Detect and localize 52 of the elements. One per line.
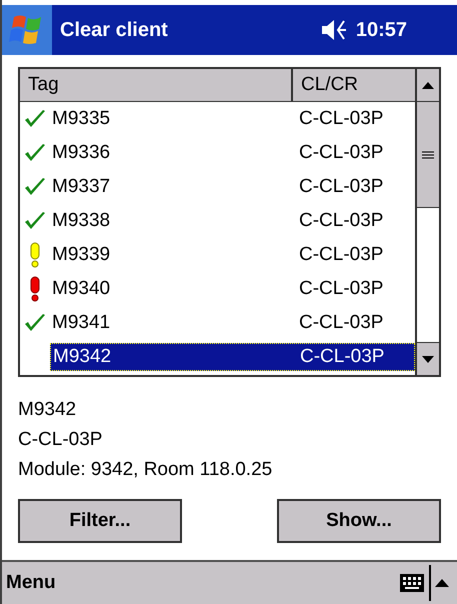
tag-text: M9341 [51, 310, 112, 335]
tag-text: M9337 [51, 174, 112, 199]
checkmark-icon [24, 177, 46, 197]
keyboard-icon[interactable] [399, 573, 425, 593]
clcr-text: C-CL-03P [298, 208, 384, 233]
clcr-text: C-CL-03P [298, 174, 384, 199]
tag-text: M9339 [51, 242, 112, 267]
scroll-thumb[interactable] [417, 102, 439, 208]
clock-time[interactable]: 10:57 [356, 15, 407, 45]
list-row[interactable]: M9335 C-CL-03P [50, 105, 415, 133]
list-row[interactable]: M9339 C-CL-03P [50, 241, 415, 269]
list-row[interactable]: M9336 C-CL-03P [50, 139, 415, 167]
window-title: Clear client [60, 18, 169, 43]
exclamation-icon [29, 242, 41, 268]
detail-text: Module: 9342, Room 118.0.25 [18, 458, 274, 482]
list-row[interactable]: M9337 C-CL-03P [50, 173, 415, 201]
checkmark-icon [24, 313, 46, 333]
up-arrow-icon [422, 82, 434, 88]
up-arrow-icon[interactable] [435, 579, 449, 587]
scroll-up-button[interactable] [417, 69, 439, 102]
tag-text: M9340 [51, 276, 112, 301]
tag-text: M9338 [51, 208, 112, 233]
grip-icon [422, 150, 434, 158]
list-row[interactable]: M9338 C-CL-03P [50, 207, 415, 235]
clcr-text: C-CL-03P [298, 106, 384, 131]
scroll-down-button[interactable] [417, 342, 439, 375]
scrollbar[interactable] [415, 69, 439, 375]
clcr-text: C-CL-03P [298, 242, 384, 267]
clcr-text: C-CL-03P [299, 344, 384, 369]
action-button[interactable]: Filter... [18, 499, 182, 543]
clcr-text: C-CL-03P [298, 140, 384, 165]
tag-text: M9335 [51, 106, 112, 131]
column-header[interactable]: CL/CR [293, 69, 415, 101]
list-row[interactable]: M9342 C-CL-03P [50, 343, 415, 371]
list-row[interactable]: M9341 C-CL-03P [50, 309, 415, 337]
clcr-text: C-CL-03P [298, 276, 384, 301]
start-button[interactable] [2, 5, 52, 55]
action-button[interactable]: Show... [277, 499, 441, 543]
column-header[interactable]: Tag [20, 69, 293, 101]
clcr-text: C-CL-03P [298, 310, 384, 335]
exclamation-icon [29, 276, 41, 302]
tag-text: M9336 [51, 140, 112, 165]
list-row[interactable]: M9340 C-CL-03P [50, 275, 415, 303]
down-arrow-icon [422, 356, 434, 362]
menu-button[interactable]: Menu [6, 568, 399, 598]
tag-text: M9342 [52, 344, 112, 369]
checkmark-icon [24, 143, 46, 163]
speaker-icon[interactable] [320, 19, 348, 41]
detail-text: M9342 [18, 398, 78, 422]
detail-text: C-CL-03P [18, 428, 104, 452]
checkmark-icon [24, 109, 46, 129]
checkmark-icon [24, 211, 46, 231]
